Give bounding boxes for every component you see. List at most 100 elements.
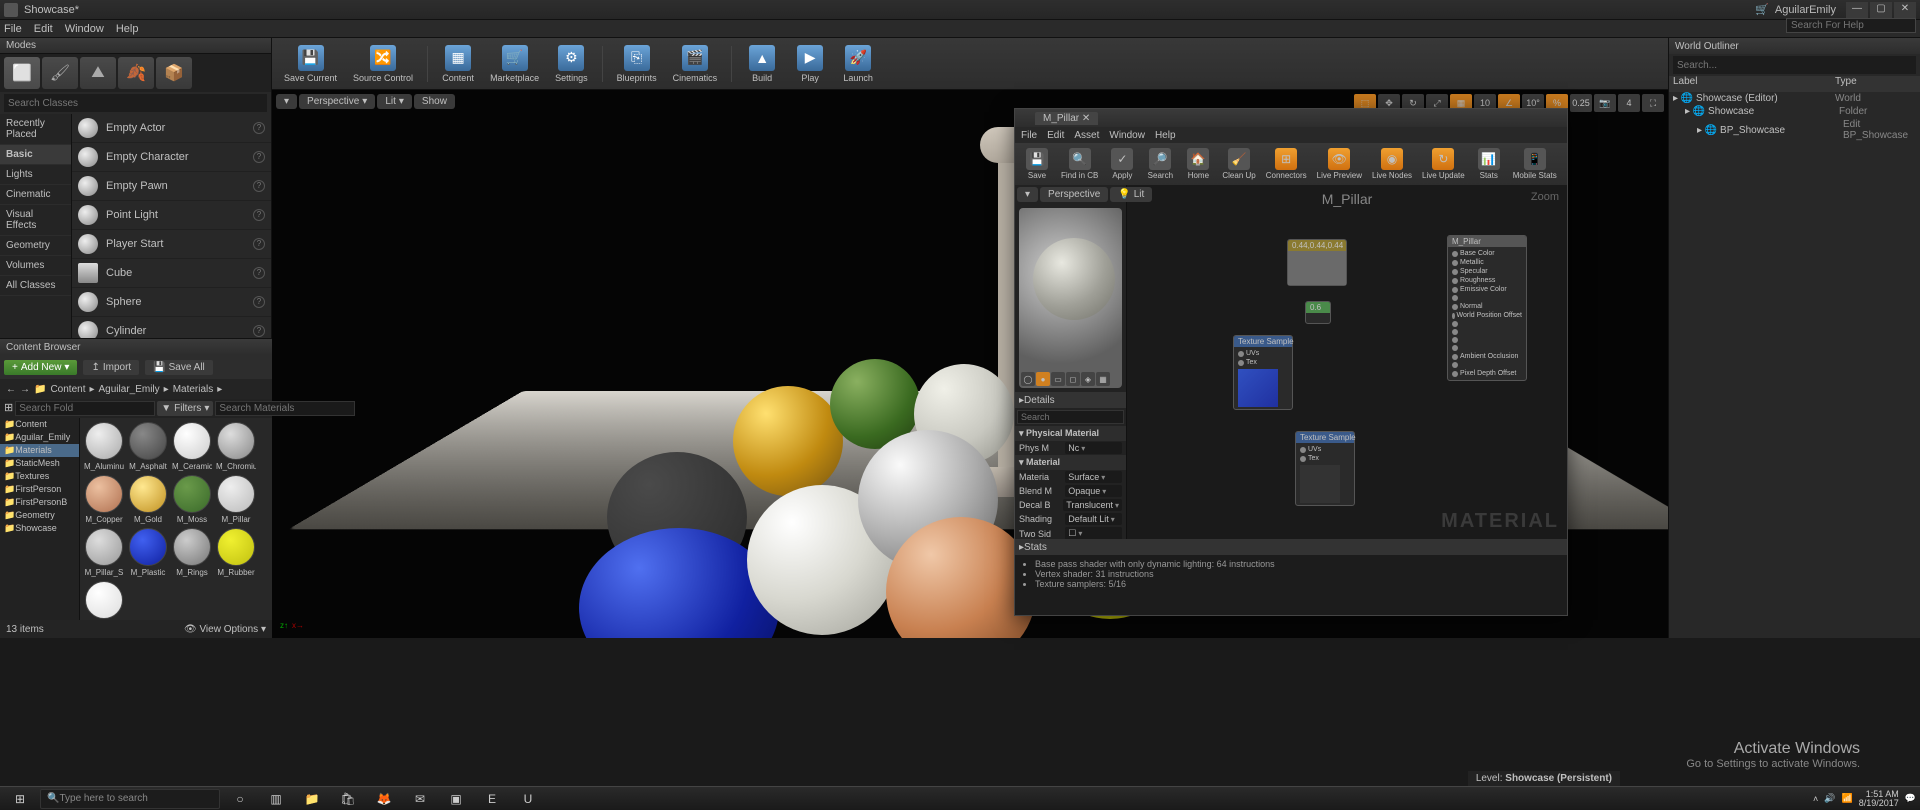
material-tab[interactable]: M_Pillar ✕ bbox=[1035, 112, 1098, 125]
path-back-icon[interactable]: ← bbox=[6, 384, 16, 395]
me-tool-clean-up[interactable]: 🧹Clean Up bbox=[1218, 146, 1259, 182]
result-pin[interactable] bbox=[1452, 328, 1522, 336]
asset-m_moss[interactable]: M_Moss bbox=[172, 475, 212, 524]
camera-speed-value[interactable]: 4 bbox=[1618, 94, 1640, 112]
actor-point-light[interactable]: Point Light? bbox=[72, 201, 271, 230]
tree-staticmesh[interactable]: 📁StaticMesh bbox=[0, 457, 79, 470]
prop-value[interactable]: ☐ ▾ bbox=[1065, 527, 1122, 539]
cortana-icon[interactable]: ○ bbox=[224, 789, 256, 809]
info-icon[interactable]: ? bbox=[253, 296, 265, 308]
preview-plane-icon[interactable]: ▭ bbox=[1051, 372, 1065, 386]
result-pin[interactable]: Normal bbox=[1452, 302, 1522, 311]
outliner-row[interactable]: ▸ 🌐 ShowcaseFolder bbox=[1669, 105, 1920, 118]
info-icon[interactable]: ? bbox=[253, 122, 265, 134]
toolbar-marketplace[interactable]: 🛒Marketplace bbox=[484, 41, 545, 87]
prop-value[interactable]: Opaque ▾ bbox=[1065, 485, 1122, 497]
category-visual-effects[interactable]: Visual Effects bbox=[0, 205, 71, 236]
me-tool-connectors[interactable]: ⊞Connectors bbox=[1262, 146, 1311, 182]
asset-m_copper[interactable]: M_Copper bbox=[84, 475, 124, 524]
section-material[interactable]: ▾ Material bbox=[1015, 455, 1126, 470]
add-new-button[interactable]: + Add New ▾ bbox=[4, 360, 77, 375]
unreal-icon[interactable]: U bbox=[512, 789, 544, 809]
outliner-row[interactable]: ▸ 🌐 Showcase (Editor)World bbox=[1669, 92, 1920, 105]
toolbar-source-control[interactable]: 🔀Source Control bbox=[347, 41, 419, 87]
tree-content[interactable]: 📁Content bbox=[0, 418, 79, 431]
toolbar-play[interactable]: ▶Play bbox=[788, 41, 832, 87]
result-pin[interactable] bbox=[1452, 320, 1522, 328]
prop-value[interactable]: Translucent ▾ bbox=[1063, 499, 1122, 511]
category-geometry[interactable]: Geometry bbox=[0, 236, 71, 256]
marketplace-icon[interactable]: 🛒 bbox=[1755, 3, 1769, 16]
material-graph[interactable]: M_Pillar Zoom MATERIAL 0.44,0.44,0.44 0.… bbox=[1127, 185, 1567, 539]
tree-showcase[interactable]: 📁Showcase bbox=[0, 522, 79, 535]
epic-icon[interactable]: E bbox=[476, 789, 508, 809]
toolbar-content[interactable]: ▦Content bbox=[436, 41, 480, 87]
asset-m_pillar[interactable]: M_Pillar bbox=[216, 475, 256, 524]
menu-window[interactable]: Window bbox=[65, 23, 104, 35]
notifications-icon[interactable]: 💬 bbox=[1905, 793, 1916, 804]
info-icon[interactable]: ? bbox=[253, 238, 265, 250]
material-preview-viewport[interactable]: ◯ ● ▭ ◻ ◈ ▦ bbox=[1019, 208, 1122, 388]
tray-network-icon[interactable]: 📶 bbox=[1842, 793, 1853, 804]
viewport-options-dropdown[interactable]: ▾ bbox=[276, 94, 297, 109]
me-menu-window[interactable]: Window bbox=[1109, 130, 1145, 141]
material-result-node[interactable]: M_Pillar Base ColorMetallicSpecularRough… bbox=[1447, 235, 1527, 381]
store-icon[interactable]: 🛍 bbox=[332, 789, 364, 809]
actor-player-start[interactable]: Player Start? bbox=[72, 230, 271, 259]
prop-value[interactable]: Default Lit ▾ bbox=[1065, 513, 1122, 525]
category-volumes[interactable]: Volumes bbox=[0, 256, 71, 276]
place-mode-button[interactable]: ⬜ bbox=[4, 57, 40, 89]
result-pin[interactable] bbox=[1452, 294, 1522, 302]
menu-help[interactable]: Help bbox=[116, 23, 139, 35]
taskbar-clock[interactable]: 1:51 AM 8/19/2017 bbox=[1859, 790, 1899, 808]
me-tool-save[interactable]: 💾Save bbox=[1019, 146, 1055, 182]
info-icon[interactable]: ? bbox=[253, 267, 265, 279]
landscape-mode-button[interactable]: ⛰ bbox=[80, 57, 116, 89]
info-icon[interactable]: ? bbox=[253, 180, 265, 192]
preview-sphere-icon[interactable]: ● bbox=[1036, 372, 1050, 386]
toolbar-cinematics[interactable]: 🎬Cinematics bbox=[667, 41, 724, 87]
tree-textures[interactable]: 📁Textures bbox=[0, 470, 79, 483]
preview-grid-icon[interactable]: ▦ bbox=[1096, 372, 1110, 386]
actor-empty-pawn[interactable]: Empty Pawn? bbox=[72, 172, 271, 201]
menu-edit[interactable]: Edit bbox=[34, 23, 53, 35]
maximize-button[interactable]: ▢ bbox=[1870, 2, 1892, 18]
actor-empty-character[interactable]: Empty Character? bbox=[72, 143, 271, 172]
minimize-button[interactable]: — bbox=[1846, 2, 1868, 18]
result-pin[interactable]: Pixel Depth Offset bbox=[1452, 369, 1522, 378]
path-seg-0[interactable]: Content bbox=[50, 384, 85, 395]
me-tool-mobile-stats[interactable]: 📱Mobile Stats bbox=[1509, 146, 1561, 182]
asset-m_aluminum[interactable]: M_Aluminum bbox=[84, 422, 124, 471]
foliage-mode-button[interactable]: 🍂 bbox=[118, 57, 154, 89]
tree-aguilar_emily[interactable]: 📁Aguilar_Emily bbox=[0, 431, 79, 444]
category-lights[interactable]: Lights bbox=[0, 165, 71, 185]
asset-m_plastic[interactable]: M_Plastic bbox=[128, 528, 168, 577]
asset-m_asphalt[interactable]: M_Asphalt bbox=[128, 422, 168, 471]
close-button[interactable]: ✕ bbox=[1894, 2, 1916, 18]
toolbar-settings[interactable]: ⚙Settings bbox=[549, 41, 594, 87]
tray-up-icon[interactable]: ˄ bbox=[1813, 794, 1818, 804]
result-pin[interactable] bbox=[1452, 361, 1522, 369]
category-cinematic[interactable]: Cinematic bbox=[0, 185, 71, 205]
explorer-icon[interactable]: 📁 bbox=[296, 789, 328, 809]
tree-geometry[interactable]: 📁Geometry bbox=[0, 509, 79, 522]
constant-vector-node[interactable]: 0.44,0.44,0.44 bbox=[1287, 239, 1347, 286]
tree-firstperson[interactable]: 📁FirstPerson bbox=[0, 483, 79, 496]
outliner-col-label[interactable]: Label bbox=[1673, 76, 1835, 92]
category-recently-placed[interactable]: Recently Placed bbox=[0, 114, 71, 145]
path-seg-2[interactable]: Materials bbox=[173, 384, 214, 395]
me-tool-live-preview[interactable]: 👁Live Preview bbox=[1313, 146, 1366, 182]
info-icon[interactable]: ? bbox=[253, 209, 265, 221]
outliner-col-type[interactable]: Type bbox=[1835, 76, 1916, 92]
toolbar-build[interactable]: ▲Build bbox=[740, 41, 784, 87]
asset-m_rubber[interactable]: M_Rubber bbox=[216, 528, 256, 577]
mail-icon[interactable]: ✉ bbox=[404, 789, 436, 809]
tree-materials[interactable]: 📁Materials bbox=[0, 444, 79, 457]
tray-volume-icon[interactable]: 🔊 bbox=[1824, 793, 1835, 804]
scalar-node[interactable]: 0.6 bbox=[1305, 301, 1331, 324]
info-icon[interactable]: ? bbox=[253, 151, 265, 163]
actor-cube[interactable]: Cube? bbox=[72, 259, 271, 288]
me-menu-edit[interactable]: Edit bbox=[1047, 130, 1064, 141]
geometry-mode-button[interactable]: 📦 bbox=[156, 57, 192, 89]
prop-value[interactable]: Nc ▾ bbox=[1065, 442, 1122, 454]
